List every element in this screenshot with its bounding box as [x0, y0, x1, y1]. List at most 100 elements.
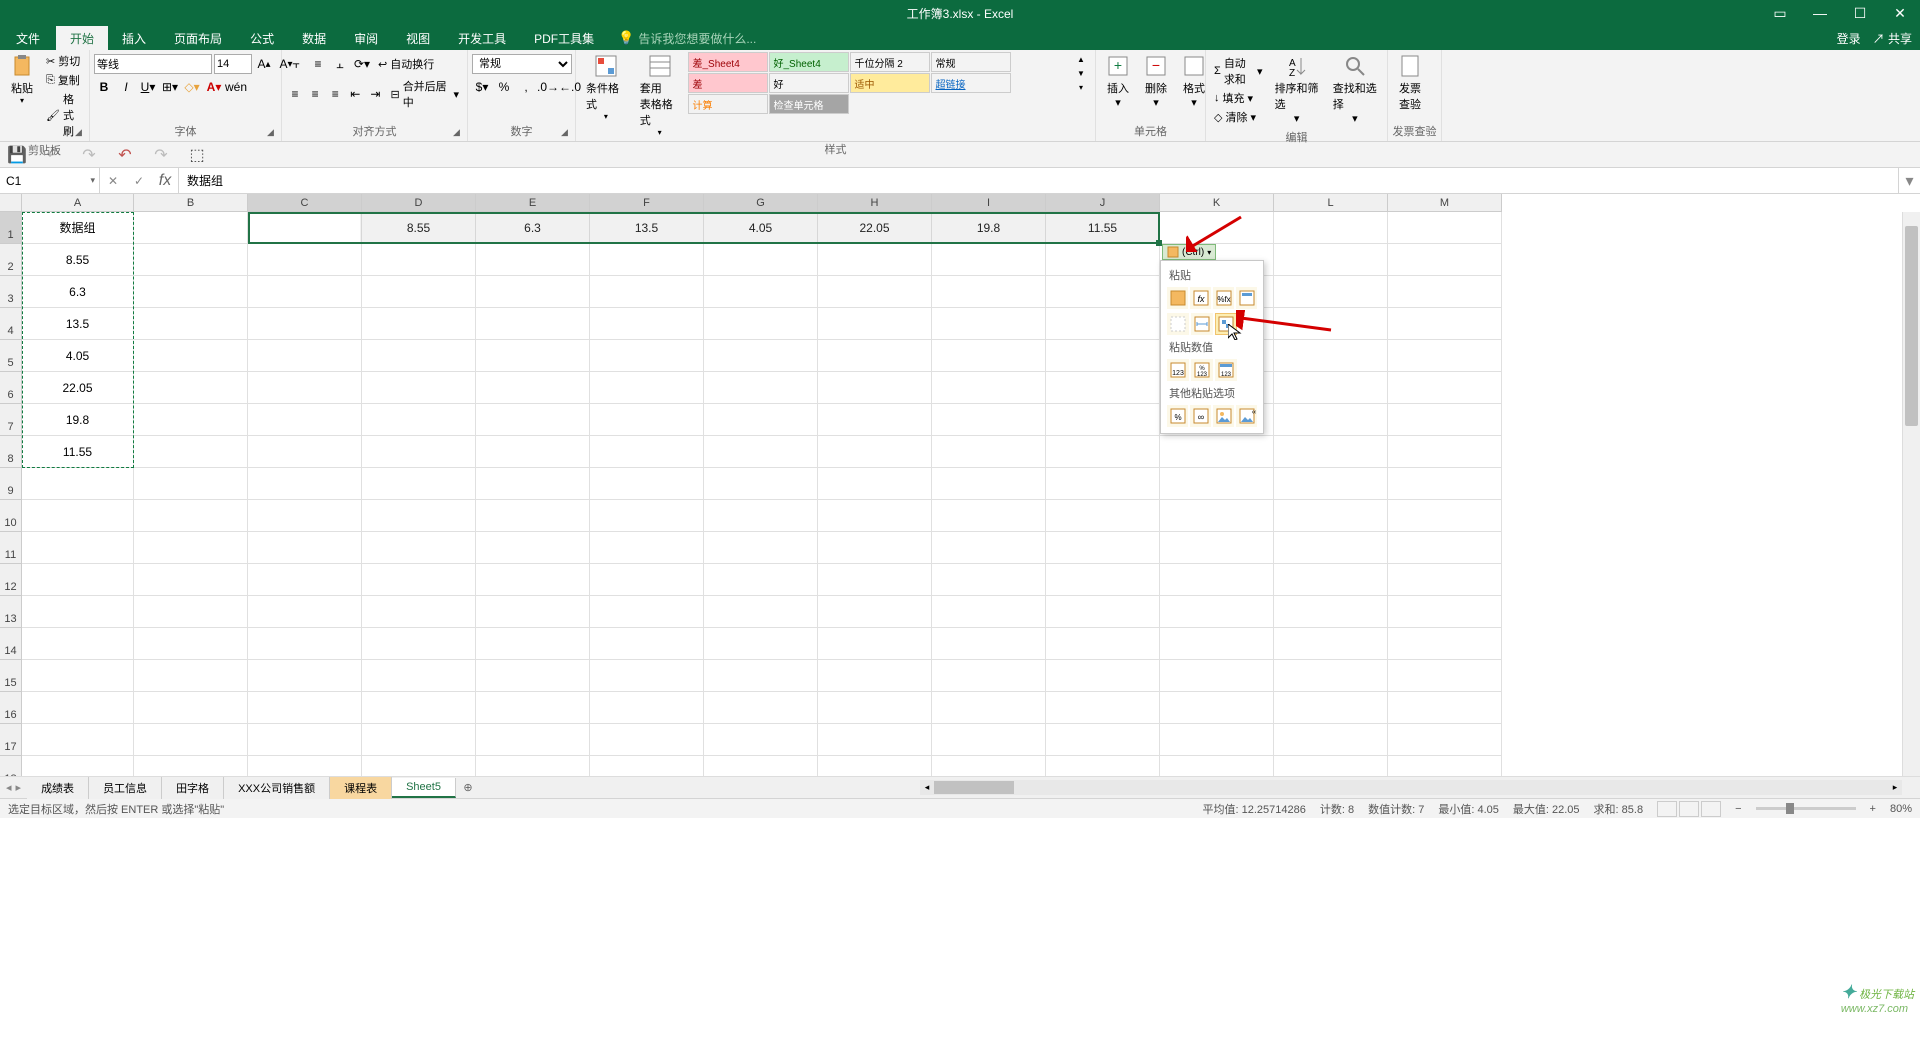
cell[interactable] — [1046, 660, 1160, 692]
align-left-icon[interactable]: ≡ — [286, 84, 304, 104]
cell[interactable] — [476, 596, 590, 628]
orientation-icon[interactable]: ⟳▾ — [352, 54, 372, 74]
cell[interactable] — [362, 596, 476, 628]
cell[interactable] — [818, 340, 932, 372]
style-good-sheet4[interactable]: 好_Sheet4 — [769, 52, 849, 72]
cell[interactable] — [362, 404, 476, 436]
cell[interactable] — [1046, 596, 1160, 628]
cell[interactable] — [22, 724, 134, 756]
cell[interactable] — [590, 468, 704, 500]
cell[interactable]: 22.05 — [818, 212, 932, 244]
sheet-tab[interactable]: 员工信息 — [89, 777, 162, 799]
percent-format-icon[interactable]: % — [494, 77, 514, 97]
cell[interactable] — [818, 468, 932, 500]
cell[interactable] — [1160, 660, 1274, 692]
cell[interactable] — [476, 308, 590, 340]
cell[interactable] — [1388, 756, 1502, 776]
cell[interactable] — [1388, 500, 1502, 532]
cell[interactable] — [22, 628, 134, 660]
row-header[interactable]: 3 — [0, 276, 22, 308]
cell[interactable] — [818, 244, 932, 276]
cell[interactable] — [1046, 308, 1160, 340]
column-header[interactable]: I — [932, 194, 1046, 212]
tab-review[interactable]: 审阅 — [340, 26, 392, 50]
cell[interactable] — [1388, 372, 1502, 404]
cell[interactable] — [134, 372, 248, 404]
cell[interactable] — [932, 532, 1046, 564]
cell[interactable] — [362, 372, 476, 404]
row-header[interactable]: 9 — [0, 468, 22, 500]
cell[interactable] — [248, 756, 362, 776]
redo2-icon[interactable]: ↷ — [150, 145, 172, 165]
cell[interactable] — [476, 692, 590, 724]
cell[interactable] — [704, 308, 818, 340]
increase-indent-icon[interactable]: ⇥ — [366, 84, 384, 104]
close-icon[interactable]: ✕ — [1880, 0, 1920, 26]
cell[interactable] — [1388, 628, 1502, 660]
cell[interactable] — [590, 692, 704, 724]
column-header[interactable]: E — [476, 194, 590, 212]
delete-cells-button[interactable]: −删除▾ — [1138, 52, 1174, 111]
name-box[interactable]: C1 — [0, 168, 100, 193]
cell[interactable] — [1274, 372, 1388, 404]
cell[interactable] — [134, 404, 248, 436]
cell[interactable] — [590, 308, 704, 340]
cell[interactable] — [476, 244, 590, 276]
touch-mode-icon[interactable]: ⬚ — [186, 145, 208, 165]
cell[interactable] — [1388, 660, 1502, 692]
style-neutral[interactable]: 适中 — [850, 73, 930, 93]
border-icon[interactable]: ⊞▾ — [160, 77, 180, 97]
cell[interactable] — [362, 660, 476, 692]
cell[interactable]: 4.05 — [22, 340, 134, 372]
find-select-button[interactable]: 查找和选择▾ — [1327, 52, 1383, 127]
maximize-icon[interactable]: ☐ — [1840, 0, 1880, 26]
cell[interactable] — [590, 500, 704, 532]
cell[interactable] — [1160, 500, 1274, 532]
cell[interactable] — [1274, 756, 1388, 776]
cell[interactable] — [248, 372, 362, 404]
zoom-slider[interactable] — [1756, 807, 1856, 810]
cell[interactable] — [1274, 404, 1388, 436]
number-dialog-launcher[interactable]: ◢ — [561, 127, 573, 139]
cell[interactable] — [1046, 564, 1160, 596]
number-format-select[interactable]: 常规 — [472, 54, 572, 74]
paste-button[interactable]: 粘贴 ▾ — [4, 52, 40, 107]
cell[interactable] — [818, 532, 932, 564]
cell[interactable] — [248, 276, 362, 308]
cell[interactable] — [22, 596, 134, 628]
column-header[interactable]: F — [590, 194, 704, 212]
paste-keep-source-icon[interactable] — [1236, 287, 1257, 309]
column-header[interactable]: G — [704, 194, 818, 212]
cell[interactable] — [1388, 212, 1502, 244]
cell[interactable] — [248, 340, 362, 372]
insert-cells-button[interactable]: +插入▾ — [1100, 52, 1136, 111]
cell[interactable] — [248, 532, 362, 564]
cell[interactable] — [248, 244, 362, 276]
cell[interactable] — [476, 628, 590, 660]
column-header[interactable]: L — [1274, 194, 1388, 212]
increase-font-icon[interactable]: A▴ — [254, 54, 274, 74]
tab-developer[interactable]: 开发工具 — [444, 26, 520, 50]
row-header[interactable]: 11 — [0, 532, 22, 564]
font-color-icon[interactable]: A▾ — [204, 77, 224, 97]
cell[interactable] — [818, 436, 932, 468]
spreadsheet-grid[interactable]: ABCDEFGHIJKLM 12345678910111213141516171… — [0, 194, 1920, 776]
style-check[interactable]: 检查单元格 — [769, 94, 849, 114]
cell[interactable] — [818, 372, 932, 404]
cancel-formula-icon[interactable]: ✕ — [100, 174, 126, 188]
cell[interactable] — [134, 436, 248, 468]
row-header[interactable]: 1 — [0, 212, 22, 244]
cell[interactable] — [1274, 340, 1388, 372]
cell[interactable] — [1274, 308, 1388, 340]
cell[interactable] — [134, 756, 248, 776]
cell[interactable] — [1274, 468, 1388, 500]
style-scroll-down-icon[interactable]: ▼ — [1071, 66, 1091, 80]
cell[interactable] — [362, 244, 476, 276]
cell[interactable] — [818, 660, 932, 692]
tab-formulas[interactable]: 公式 — [236, 26, 288, 50]
cell[interactable] — [1160, 212, 1274, 244]
cell[interactable] — [1388, 564, 1502, 596]
underline-icon[interactable]: U▾ — [138, 77, 158, 97]
merge-center-button[interactable]: ⊟合并后居中▾ — [386, 77, 463, 111]
formula-input[interactable]: 数据组 — [179, 168, 1898, 193]
